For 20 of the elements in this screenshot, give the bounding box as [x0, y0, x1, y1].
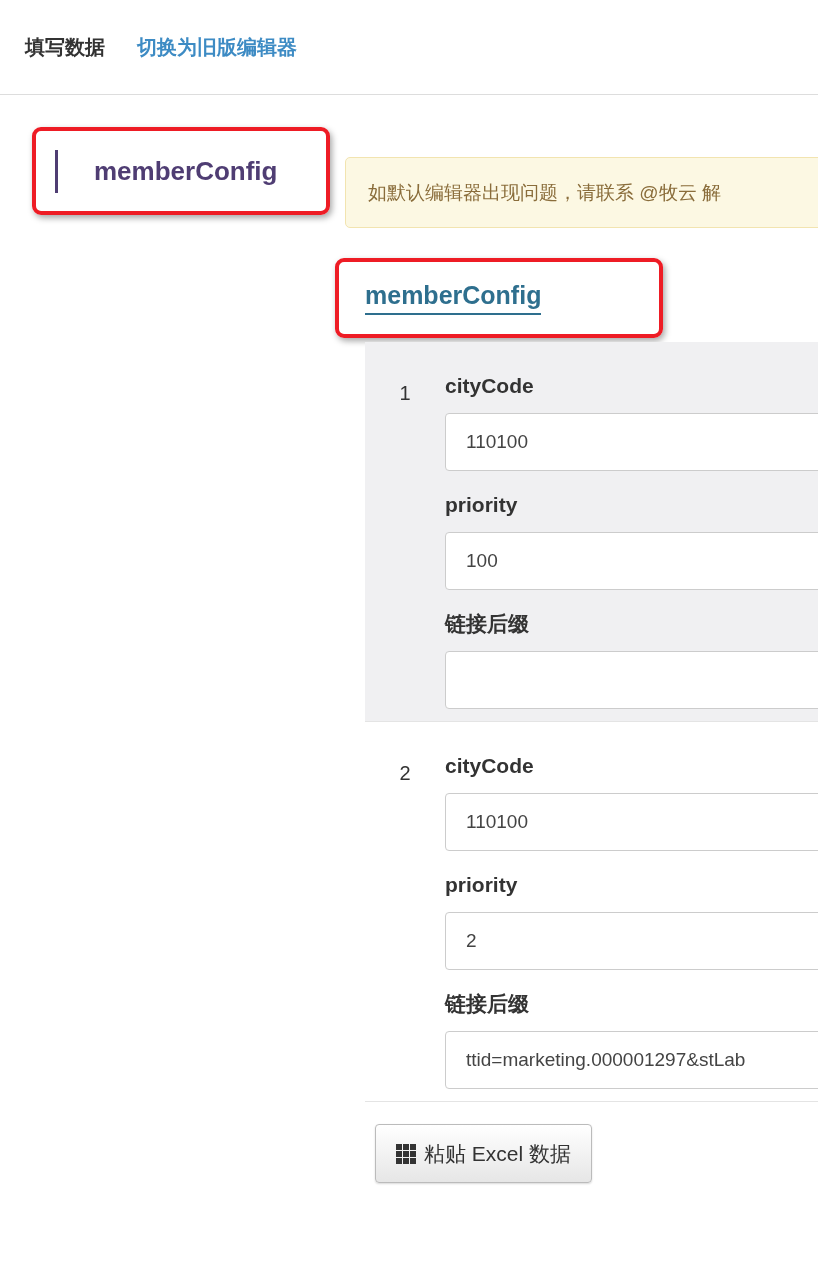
field-label: cityCode — [445, 753, 535, 779]
input-field[interactable]: 100 — [445, 532, 818, 590]
row-number: 1 — [398, 381, 412, 406]
field-label: cityCode — [445, 373, 535, 399]
alert-text: 如默认编辑器出现问题，请联系 @牧云 解 — [368, 180, 721, 205]
field-label: 链接后缀 — [445, 611, 530, 637]
input-field[interactable]: ttid=marketing.000001297&stLab — [445, 1031, 818, 1089]
input-field[interactable]: 2 — [445, 912, 818, 970]
field-label: priority — [445, 492, 519, 518]
field-label: 链接后缀 — [445, 991, 530, 1017]
row-number: 2 — [398, 761, 412, 786]
page-title: 填写数据 — [25, 34, 105, 60]
paste-excel-button[interactable]: 粘贴 Excel 数据 — [375, 1124, 593, 1183]
field-label: priority — [445, 872, 519, 898]
section-title[interactable]: memberConfig — [365, 281, 542, 315]
sidebar-item[interactable]: memberConfig — [55, 149, 278, 193]
switch-editor-link[interactable]: 切换为旧版编辑器 — [137, 33, 297, 61]
grid-icon — [396, 1143, 416, 1164]
input-field[interactable]: 110100 — [445, 413, 818, 471]
input-field[interactable]: 110100 — [445, 793, 818, 851]
